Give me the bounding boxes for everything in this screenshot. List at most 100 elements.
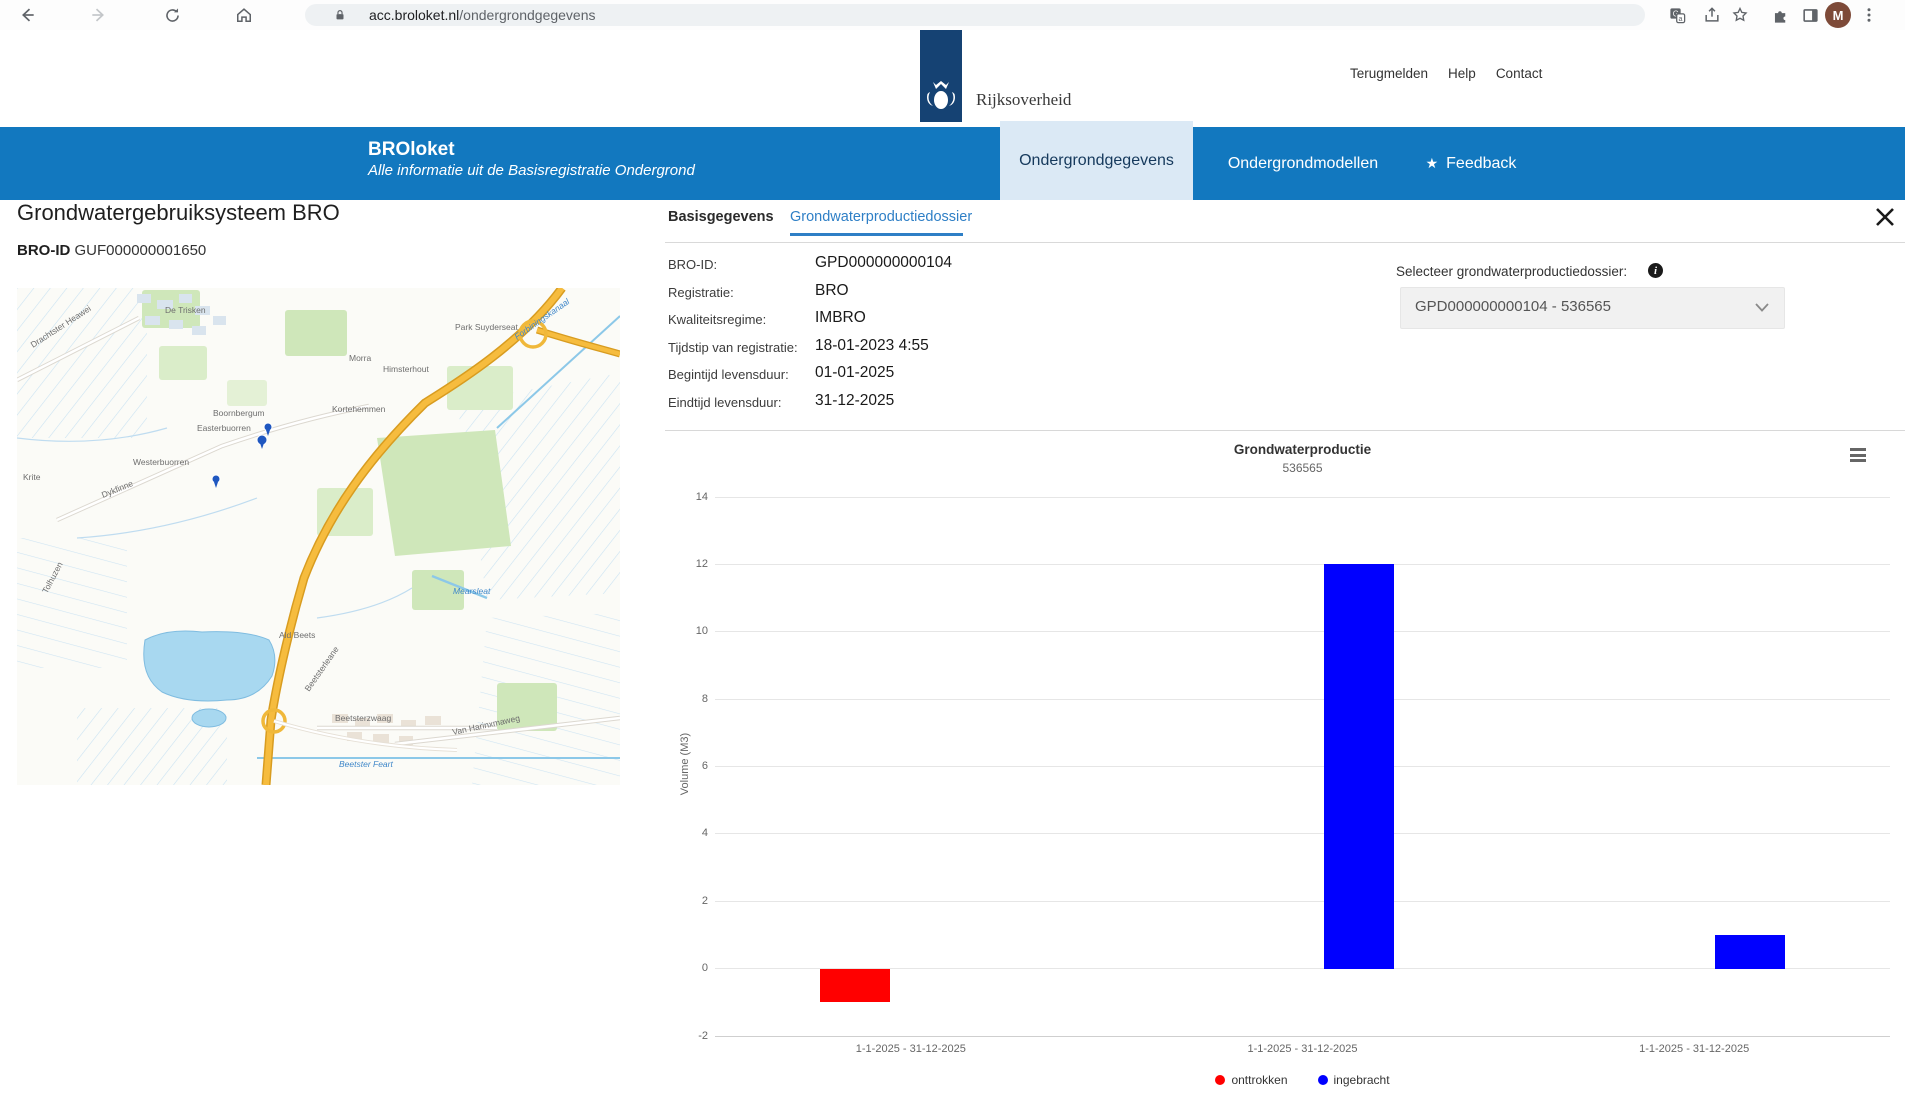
kebab-menu-icon[interactable] xyxy=(1858,4,1880,26)
field-value: BRO xyxy=(815,282,849,300)
chart-gridline xyxy=(715,699,1890,700)
screen: acc.broloket.nl/ondergrondgegevens Ga M xyxy=(0,0,1905,1111)
chart-ytick-label: 0 xyxy=(665,962,708,974)
map-place-label: De Trisken xyxy=(165,305,206,315)
field-row: Eindtijd levensduur:31-12-2025 xyxy=(668,389,1148,417)
chart-gridline xyxy=(715,497,1890,498)
nav-tab-ondergrondmodellen[interactable]: Ondergrondmodellen xyxy=(1203,127,1403,200)
side-panel-icon[interactable] xyxy=(1799,4,1821,26)
field-label: BRO-ID: xyxy=(668,257,717,272)
svg-text:a: a xyxy=(1678,15,1682,23)
url-domain: acc.broloket.nl xyxy=(369,7,459,23)
chart-gridline xyxy=(715,766,1890,767)
chart-subtitle: 536565 xyxy=(715,461,1890,475)
brand-title: BROloket xyxy=(368,138,695,162)
header-link-help[interactable]: Help xyxy=(1448,66,1476,81)
home-icon[interactable] xyxy=(233,4,255,26)
map-place-label: Kortehemmen xyxy=(332,404,386,414)
legend-item-ingebracht[interactable]: ingebracht xyxy=(1318,1073,1390,1087)
legend-dot xyxy=(1318,1075,1328,1085)
active-tab-underline xyxy=(790,233,963,236)
field-value: 18-01-2023 4:55 xyxy=(815,337,929,355)
chart-xtick-label: 1-1-2025 - 31-12-2025 xyxy=(801,1043,1021,1055)
chart-bar-onttrokken[interactable] xyxy=(820,969,890,1003)
map-water-label: Mearsleat xyxy=(453,586,491,596)
url-path: /ondergrondgegevens xyxy=(459,7,595,23)
chart-gridline xyxy=(715,631,1890,632)
header-link-terugmelden[interactable]: Terugmelden xyxy=(1350,66,1428,81)
field-row: Registratie: BRO xyxy=(668,279,1148,307)
chevron-down-icon xyxy=(1754,301,1770,313)
bro-id-row: BRO-ID GUF000000001650 xyxy=(17,242,206,259)
bro-id-value: GUF000000001650 xyxy=(75,242,207,259)
close-icon[interactable] xyxy=(1872,204,1898,230)
nav-tab-label: Feedback xyxy=(1446,155,1516,173)
map-place-label: Morra xyxy=(349,353,371,363)
chart-ytick-label: 4 xyxy=(665,827,708,839)
chart-title: Grondwaterproductie xyxy=(715,442,1890,457)
nav-tab-feedback[interactable]: ★Feedback xyxy=(1412,127,1530,200)
reload-icon[interactable] xyxy=(161,4,183,26)
site-header: Rijksoverheid TerugmeldenHelpContact xyxy=(0,30,1905,127)
header-link-contact[interactable]: Contact xyxy=(1496,66,1543,81)
map-water-label: Beetster Feart xyxy=(339,759,393,769)
info-icon[interactable]: i xyxy=(1648,263,1663,278)
field-label: Registratie: xyxy=(668,285,734,300)
chart-gridline xyxy=(715,833,1890,834)
field-value: IMBRO xyxy=(815,309,866,327)
chart-menu-icon[interactable] xyxy=(1850,448,1868,463)
browser-toolbar: acc.broloket.nl/ondergrondgegevens Ga M xyxy=(0,0,1905,31)
profile-avatar[interactable]: M xyxy=(1825,2,1851,28)
field-row: Begintijd levensduur:01-01-2025 xyxy=(668,361,1148,389)
tab-basisgegevens[interactable]: Basisgegevens xyxy=(668,209,774,225)
rijksoverheid-crest-icon xyxy=(920,30,962,122)
field-label: Tijdstip van registratie: xyxy=(668,340,798,355)
chart-ytick-label: -2 xyxy=(665,1030,708,1042)
chart-gridline xyxy=(715,1036,1890,1037)
chart-xtick-label: 1-1-2025 - 31-12-2025 xyxy=(1584,1043,1804,1055)
field-row: Tijdstip van registratie: 18-01-2023 4:55 xyxy=(668,334,1148,362)
field-row: Kwaliteitsregime: IMBRO xyxy=(668,306,1148,334)
field-label: Kwaliteitsregime: xyxy=(668,312,766,327)
dossier-select[interactable]: GPD000000000104 - 536565 xyxy=(1400,287,1785,329)
nav-tab-ondergrondgegevens[interactable]: Ondergrondgegevens xyxy=(1000,121,1193,200)
bookmark-star-icon[interactable] xyxy=(1729,4,1751,26)
chart-gridline xyxy=(715,968,1890,969)
share-icon[interactable] xyxy=(1701,4,1723,26)
translate-icon[interactable]: Ga xyxy=(1666,4,1688,26)
legend-item-onttrokken[interactable]: onttrokken xyxy=(1215,1073,1287,1087)
chart-xtick-label: 1-1-2025 - 31-12-2025 xyxy=(1193,1043,1413,1055)
address-bar[interactable]: acc.broloket.nl/ondergrondgegevens xyxy=(305,4,1645,26)
map-place-label: Easterbuorren xyxy=(197,423,251,433)
brand-tagline: Alle informatie uit de Basisregistratie … xyxy=(368,162,695,181)
nav-tab-label: Ondergrondmodellen xyxy=(1228,155,1378,173)
rijksoverheid-logo-ribbon xyxy=(920,30,962,122)
chart-gridline xyxy=(715,901,1890,902)
tabs-bottom-border xyxy=(665,242,1905,243)
legend-label: onttrokken xyxy=(1231,1073,1287,1087)
field-value: GPD000000000104 xyxy=(815,254,952,272)
map-place-label: Ald Beets xyxy=(279,630,315,640)
legend-label: ingebracht xyxy=(1334,1073,1390,1087)
chart-bar-ingebracht[interactable] xyxy=(1324,564,1394,968)
map-place-label: Beetsterzwaag xyxy=(335,713,391,723)
legend-dot xyxy=(1215,1075,1225,1085)
map-place-label: Boornbergum xyxy=(213,408,265,418)
field-value: 31-12-2025 xyxy=(815,392,894,410)
tab-grondwaterproductiedossier[interactable]: Grondwaterproductiedossier xyxy=(790,209,972,225)
dossier-select-label: Selecteer grondwaterproductiedossier: xyxy=(1396,264,1627,279)
extensions-puzzle-icon[interactable] xyxy=(1769,4,1791,26)
map-place-label: Krite xyxy=(23,472,41,482)
chart-ytick-label: 14 xyxy=(665,491,708,503)
map-place-label: Himsterhout xyxy=(383,364,429,374)
map-place-label: Park Suyderseat xyxy=(455,322,518,332)
field-row: BRO-ID: GPD000000000104 xyxy=(668,251,1148,279)
chart-ytick-label: 8 xyxy=(665,693,708,705)
field-value: 01-01-2025 xyxy=(815,364,894,382)
map[interactable]: Drachtster HeaweiDe TriskenMorraPark Suy… xyxy=(17,288,620,785)
lock-icon xyxy=(333,8,347,22)
chart-bar-ingebracht[interactable] xyxy=(1715,935,1785,969)
header-links: Terugmelden Help Contact xyxy=(1350,66,1542,81)
back-icon[interactable] xyxy=(16,4,38,26)
forward-icon[interactable] xyxy=(88,4,110,26)
